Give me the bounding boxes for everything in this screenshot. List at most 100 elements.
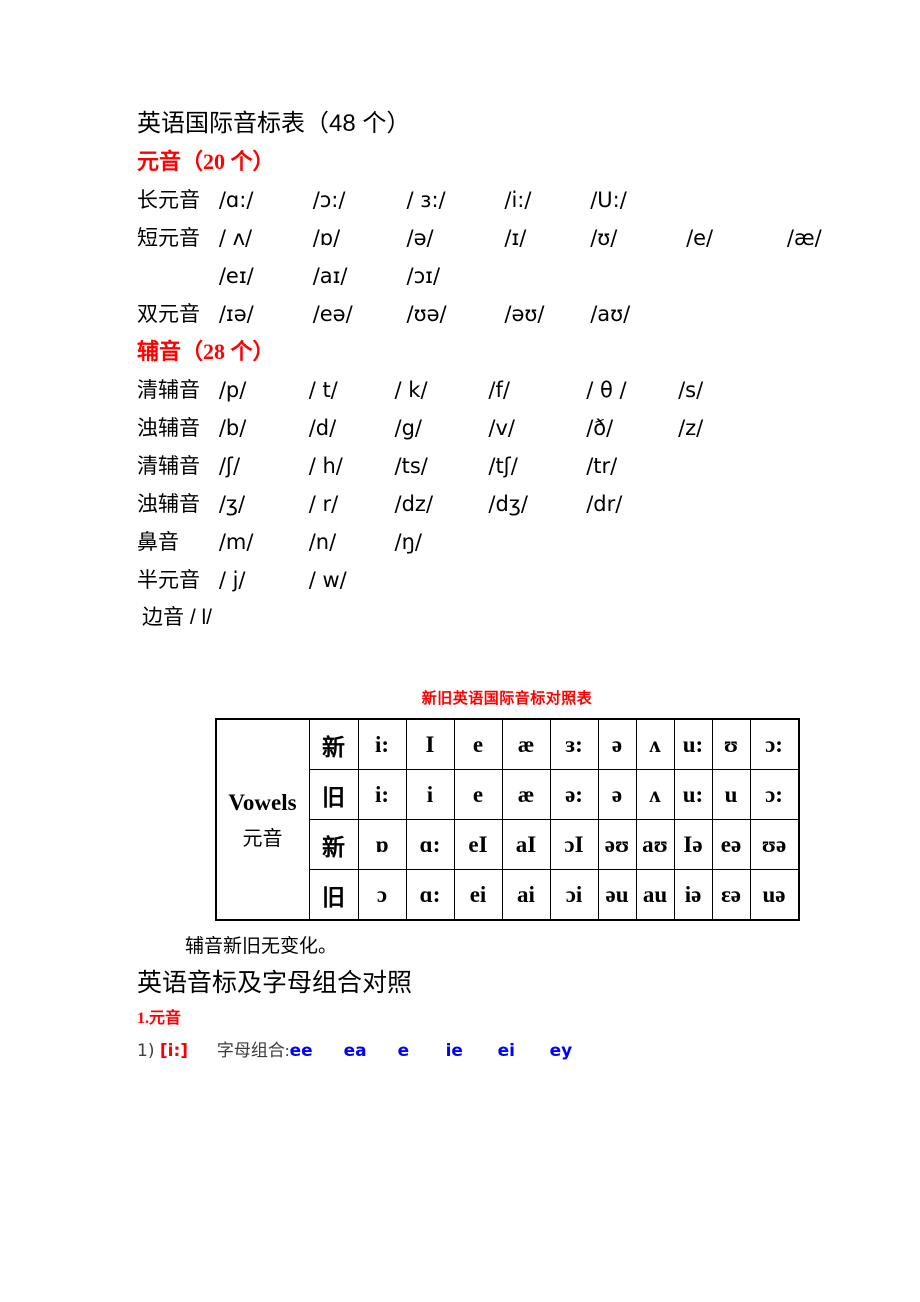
table-cell: ʊ [711,718,751,770]
phoneme: /z/ [678,416,704,440]
table-cell: ɔ [357,869,407,921]
table-cell: u: [673,769,713,820]
letter-combo: ee [289,1041,313,1061]
table-cell: i: [357,718,407,770]
table-cell: ɜ: [549,718,599,770]
table-cell: ʊə [749,819,799,870]
phoneme: /g/ [394,416,423,440]
table-cell: ai [501,869,551,921]
letter-combo: ie [445,1041,463,1061]
row-label: 浊辅音 [137,493,200,516]
entry-ipa: [i:] [159,1041,189,1061]
table-cell: ʌ [635,769,675,820]
table-cell: Iə [673,819,713,870]
letter-combo: e [397,1041,410,1061]
table-cell: əu [597,869,637,921]
phoneme-row-voiceless-2: 清辅音 /ʃ/ / h/ /ts/ /tʃ/ /tr/ [137,447,877,485]
phoneme: / h/ [308,454,343,478]
phoneme: /ð/ [586,416,614,440]
phoneme: /æ/ [786,226,822,250]
comparison-table: Vowels 元音 新 i: I e æ ɜ: ə ʌ u: ʊ ɔ: 旧 i:… [214,718,800,921]
row-kind: 旧 [308,869,359,921]
vowels-label-cell: Vowels 元音 [215,718,310,921]
row-label: 清辅音 [137,455,200,478]
phoneme: / r/ [308,492,339,516]
phoneme: / k/ [394,378,428,402]
table-cell: iə [673,869,713,921]
row-label: 长元音 [137,189,200,212]
entry-label: 字母组合: [216,1041,290,1060]
phoneme: /ɪə/ [218,302,254,326]
document-body: 英语国际音标表（48 个） 元音（20 个） 长元音 /ɑ:/ /ɔ:/ / ɜ… [137,104,877,1067]
table-cell: au [635,869,675,921]
phoneme: /n/ [308,530,337,554]
row-kind: 旧 [308,769,359,820]
phoneme-row-voiced-2: 浊辅音 /ʒ/ / r/ /dz/ /dʒ/ /dr/ [137,485,877,523]
vowels-label-en: Vowels [228,790,297,816]
entry-index: 1) [137,1041,155,1061]
phoneme: /ə/ [406,226,434,250]
table-cell: əʊ [597,819,637,870]
table-cell: ə [597,769,637,820]
phoneme: /aɪ/ [312,264,348,288]
phoneme: /tʃ/ [488,454,518,478]
table-cell: ɔi [549,869,599,921]
table-cell: i: [357,769,407,820]
table-cell: ɔI [549,819,599,870]
row-label: 双元音 [137,303,200,326]
phoneme: /f/ [488,378,510,402]
section-title: 英语音标及字母组合对照 [137,968,413,997]
phoneme: /ŋ/ [394,530,422,554]
phoneme: / ɜ:/ [406,188,446,212]
letter-combinations: ee ea e ie ei ey [290,1041,590,1061]
phoneme: /dʒ/ [488,492,528,516]
row-kind: 新 [308,819,359,870]
phoneme: /m/ [218,530,254,554]
phoneme: /ʊə/ [406,302,447,326]
table-cell: e [453,718,503,770]
phoneme: /ɔ:/ [312,188,346,212]
phoneme-row-voiced-1: 浊辅音 /b/ /d/ /g/ /v/ /ð/ /z/ [137,409,877,447]
row-kind: 新 [308,718,359,770]
phoneme: /dr/ [586,492,623,516]
phoneme: /ʒ/ [218,492,246,516]
table-cell: u [711,769,751,820]
subsection-title: 1.元音 [137,1010,182,1027]
letter-combo: ea [343,1041,367,1061]
phoneme: /ɔɪ/ [406,264,441,288]
phoneme: / θ / [586,378,627,402]
table-row: Vowels 元音 新 i: I e æ ɜ: ə ʌ u: ʊ ɔ: [215,718,799,921]
phoneme-row-nasals: 鼻音 /m/ /n/ /ŋ/ [137,523,877,561]
table-cell: e [453,769,503,820]
table-cell: ɑ: [405,819,455,870]
letter-combo: ey [549,1041,573,1061]
table-cell: uə [749,869,799,921]
vowels-heading: 元音（20 个） [137,149,275,174]
phoneme-row-continuation: /eɪ/ /aɪ/ /ɔɪ/ [137,257,877,295]
table-cell: ɛə [711,869,751,921]
table-cell: ɑ: [405,869,455,921]
table-cell: ei [453,869,503,921]
letter-combo: ei [497,1041,515,1061]
phoneme: / ʌ/ [218,226,253,250]
consonants-heading: 辅音（28 个） [137,339,275,364]
phoneme: /dz/ [394,492,434,516]
phoneme: / j/ [218,568,246,592]
phoneme: /p/ [218,378,247,402]
phoneme: /ʃ/ [218,454,241,478]
table-cell: ɒ [357,819,407,870]
table-cell: eI [453,819,503,870]
phoneme: /aʊ/ [590,302,631,326]
phoneme: /ts/ [394,454,428,478]
phoneme: /eə/ [312,302,353,326]
row-label: 边音 / l/ [142,606,213,629]
table-cell: ɔ: [749,769,799,820]
document-page: 英语国际音标表（48 个） 元音（20 个） 长元音 /ɑ:/ /ɔ:/ / ɜ… [0,0,920,1302]
phoneme: /U:/ [590,188,627,212]
phoneme: /ʊ/ [590,226,618,250]
row-label: 短元音 [137,227,200,250]
phoneme: /s/ [678,378,704,402]
phoneme: /ɒ/ [312,226,341,250]
phoneme-row-semivowels: 半元音 / j/ / w/ [137,561,877,599]
phoneme: /e/ [686,226,714,250]
